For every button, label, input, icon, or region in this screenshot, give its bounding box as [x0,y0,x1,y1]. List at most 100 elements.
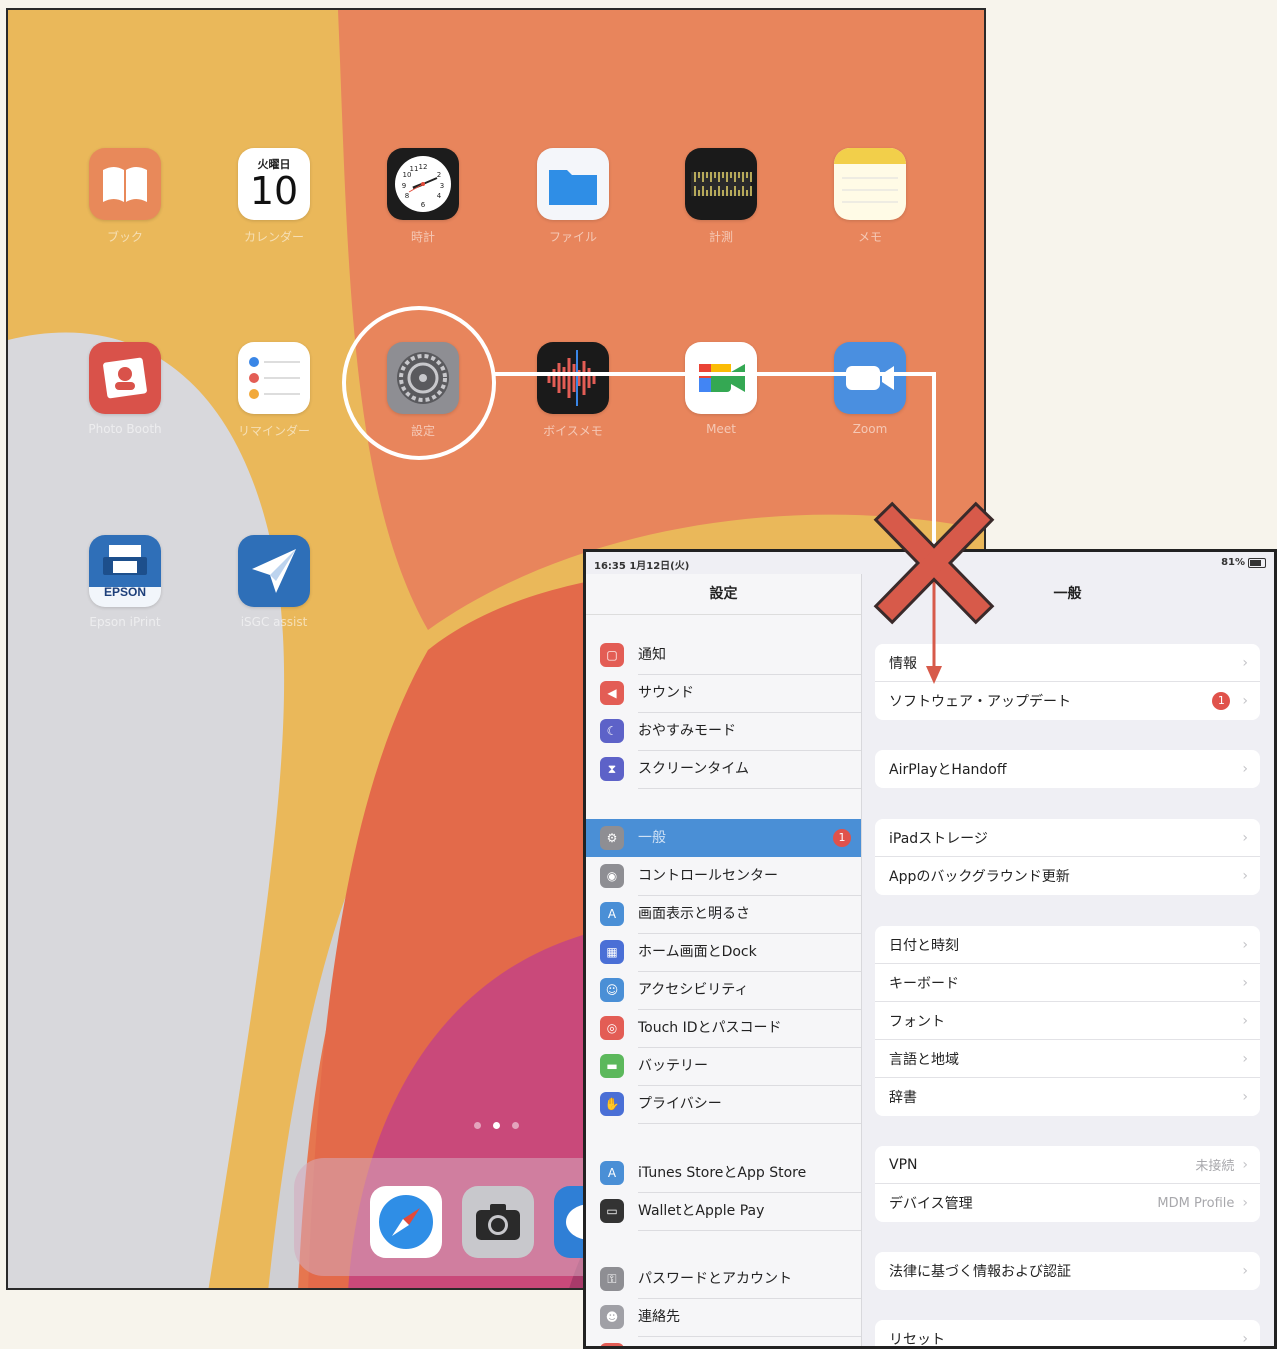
status-time: 16:35 1月12日(火) [594,561,690,572]
app-label: Zoom [852,422,888,436]
settings-row-label: 言語と地域 [889,1051,959,1068]
books-icon[interactable] [89,148,161,220]
settings-row[interactable]: VPN 未接続 › [875,1146,1260,1184]
app-photo-booth[interactable]: Photo Booth [70,342,180,436]
app-reminders[interactable]: リマインダー [219,342,329,439]
clock-numeral: 4 [437,192,442,200]
home-screen-icon: ▦ [600,940,624,964]
app-isgc-assist[interactable]: iSGC assist [219,535,329,629]
sidebar-item-label: ホーム画面とDock [638,933,861,972]
settings-row[interactable]: キーボード › [875,964,1260,1002]
app-books[interactable]: ブック [70,148,180,245]
sidebar-item-sound[interactable]: ◀ サウンド [586,674,861,713]
sidebar-item-home-screen[interactable]: ▦ ホーム画面とDock [586,933,861,972]
gear-icon: ⚙ [600,826,624,850]
calendar-small-icon: ▤ [600,1343,624,1346]
page-dot[interactable] [493,1122,500,1129]
settings-group: AirPlayとHandoff › [875,750,1260,788]
settings-row[interactable]: リセット › [875,1320,1260,1346]
page-dot[interactable] [474,1122,481,1129]
sidebar-item-gear[interactable]: ⚙ 一般 1 [586,819,861,857]
settings-group: リセット › [875,1320,1260,1346]
calendar-icon[interactable]: 火曜日 10 [238,148,310,220]
chevron-right-icon: › [1242,1050,1248,1067]
sidebar-item-contacts[interactable]: ☻ 連絡先 [586,1298,861,1337]
app-meet[interactable]: Meet [666,342,776,436]
app-zoom[interactable]: Zoom [815,342,925,436]
sidebar-item-accessibility[interactable]: ☺ アクセシビリティ [586,971,861,1010]
settings-row-label: Appのバックグラウンド更新 [889,869,1070,885]
app-epson-iprint[interactable]: EPSON Epson iPrint [70,535,180,629]
battery-percent: 81% [1221,557,1245,568]
sidebar-item-label: プライバシー [638,1085,861,1124]
settings-row[interactable]: 情報 › [875,644,1260,682]
app-voice-memos[interactable]: ボイスメモ [518,342,628,439]
fingerprint-icon: ◎ [600,1016,624,1040]
page-dot[interactable] [512,1122,519,1129]
sidebar-item-label: 通知 [638,636,861,675]
sidebar-item-notifications[interactable]: ▢ 通知 [586,636,861,675]
page-indicator[interactable] [474,1122,519,1129]
sidebar-item-calendar-small[interactable]: ▤ カレンダー [586,1336,861,1346]
chevron-right-icon: › [1242,829,1248,846]
settings-row[interactable]: iPadストレージ › [875,819,1260,857]
safari-icon[interactable] [370,1186,442,1258]
contacts-icon: ☻ [600,1305,624,1329]
app-measure[interactable]: 計測 [666,148,776,245]
epson-brand-text: EPSON [103,585,146,599]
settings-row[interactable]: 法律に基づく情報および認証 › [875,1252,1260,1290]
chevron-right-icon: › [1242,693,1248,709]
reminders-icon[interactable] [238,342,310,414]
photo-booth-icon[interactable] [89,342,161,414]
files-icon[interactable] [537,148,609,220]
settings-row[interactable]: 辞書 › [875,1078,1260,1116]
sidebar-item-control-center[interactable]: ◉ コントロールセンター [586,857,861,896]
app-calendar[interactable]: 火曜日 10 カレンダー [219,148,329,245]
app-files[interactable]: ファイル [518,148,628,245]
chevron-right-icon: › [1242,761,1248,777]
isgc-assist-icon[interactable] [238,535,310,607]
sidebar-item-moon[interactable]: ☾ おやすみモード [586,712,861,751]
settings-gear-icon[interactable] [387,342,459,414]
settings-row-value: MDM Profile [1157,1195,1235,1211]
measure-icon[interactable] [685,148,757,220]
settings-row[interactable]: フォント › [875,1002,1260,1040]
settings-row[interactable]: 日付と時刻 › [875,926,1260,964]
chevron-right-icon: › [1242,654,1248,671]
app-settings-gear[interactable]: 設定 [368,342,478,439]
sidebar-item-key[interactable]: ⚿ パスワードとアカウント [586,1260,861,1299]
calendar-weekday: 火曜日 [257,157,291,171]
settings-sidebar: 設定 ▢ 通知 ◀ サウンド ☾ おやすみモード ⧗ スクリーンタイム ⚙ 一般 1 ◉ コントロールセ… [586,574,862,1346]
sidebar-item-hourglass[interactable]: ⧗ スクリーンタイム [586,750,861,789]
meet-icon[interactable] [685,342,757,414]
key-icon: ⚿ [600,1267,624,1291]
epson-iprint-icon[interactable]: EPSON [89,535,161,607]
settings-row[interactable]: Appのバックグラウンド更新 › [875,857,1260,895]
sidebar-item-fingerprint[interactable]: ◎ Touch IDとパスコード [586,1009,861,1048]
settings-row-label: ソフトウェア・アップデート [889,694,1071,710]
app-store-icon: A [600,1161,624,1185]
settings-row[interactable]: デバイス管理 MDM Profile › [875,1184,1260,1222]
hourglass-icon: ⧗ [600,757,624,781]
app-clock[interactable]: 12 2 3 4 6 8 9 10 11 時計 [368,148,478,245]
sidebar-item-wallet[interactable]: ▭ WalletとApple Pay [586,1192,861,1231]
voice-memos-icon[interactable] [537,342,609,414]
sidebar-item-display[interactable]: A 画面表示と明るさ [586,895,861,934]
settings-row[interactable]: AirPlayとHandoff › [875,750,1260,788]
app-notes[interactable]: メモ [815,148,925,245]
clock-numeral: 12 [419,163,428,171]
sidebar-item-app-store[interactable]: AiTunes StoreとApp Store [586,1154,861,1193]
clock-icon[interactable]: 12 2 3 4 6 8 9 10 11 [387,148,459,220]
settings-row[interactable]: 言語と地域 › [875,1040,1260,1078]
sidebar-item-battery[interactable]: ▬ バッテリー [586,1047,861,1086]
notes-icon[interactable] [834,148,906,220]
camera-icon[interactable] [462,1186,534,1258]
settings-group: VPN 未接続 › デバイス管理 MDM Profile › [875,1146,1260,1222]
chevron-right-icon: › [1242,974,1248,991]
chevron-right-icon: › [1242,868,1248,884]
chevron-right-icon: › [1242,1156,1248,1173]
settings-row-label: キーボード [889,975,959,992]
zoom-icon[interactable] [834,342,906,414]
sidebar-item-hand[interactable]: ✋ プライバシー [586,1085,861,1124]
settings-row[interactable]: ソフトウェア・アップデート 1 › [875,682,1260,720]
